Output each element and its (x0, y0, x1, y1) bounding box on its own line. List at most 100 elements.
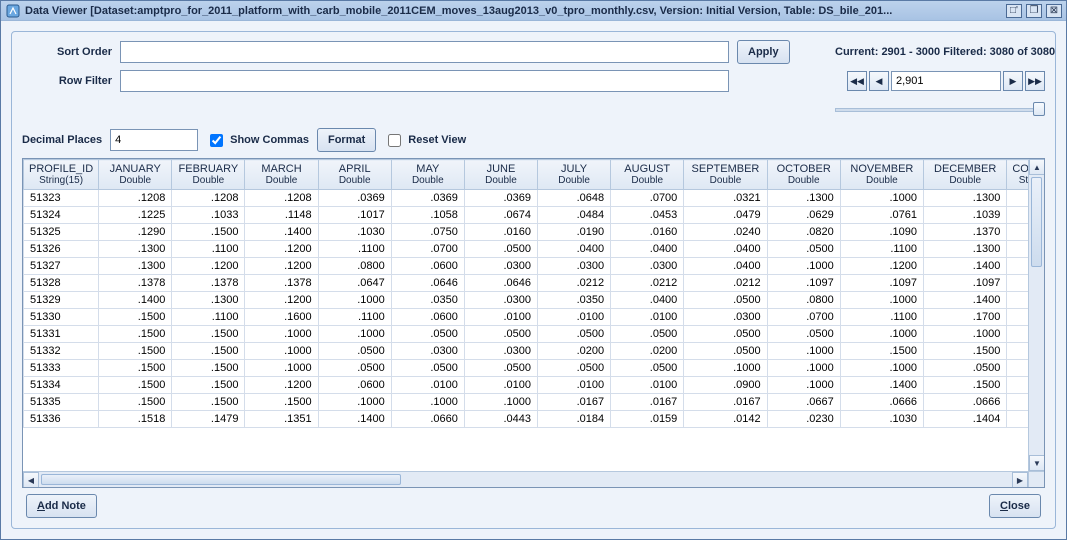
data-cell[interactable]: .0500 (464, 241, 537, 258)
sort-order-input[interactable] (120, 41, 729, 63)
data-cell[interactable]: .0369 (318, 190, 391, 207)
table-row[interactable]: 51329.1400.1300.1200.1000.0350.0300.0350… (24, 292, 1044, 309)
data-cell[interactable]: .1000 (767, 258, 840, 275)
column-header[interactable]: AUGUSTDouble (611, 160, 684, 190)
data-cell[interactable]: .0200 (538, 343, 611, 360)
data-cell[interactable]: .0667 (767, 394, 840, 411)
column-header[interactable]: MARCHDouble (245, 160, 318, 190)
data-cell[interactable]: .0500 (684, 343, 767, 360)
data-cell[interactable]: .0484 (538, 207, 611, 224)
column-header[interactable]: JULYDouble (538, 160, 611, 190)
data-cell[interactable]: .0300 (611, 258, 684, 275)
data-cell[interactable]: .1500 (99, 326, 172, 343)
data-cell[interactable]: .0500 (391, 360, 464, 377)
data-cell[interactable]: .0500 (318, 360, 391, 377)
data-cell[interactable]: .1000 (924, 326, 1007, 343)
data-cell[interactable]: .1000 (684, 360, 767, 377)
data-cell[interactable]: .0646 (464, 275, 537, 292)
data-cell[interactable]: .0167 (538, 394, 611, 411)
column-header[interactable]: OCTOBERDouble (767, 160, 840, 190)
apply-button[interactable]: Apply (737, 40, 790, 64)
column-header[interactable]: SEPTEMBERDouble (684, 160, 767, 190)
data-cell[interactable]: .0900 (684, 377, 767, 394)
vertical-scrollbar[interactable]: ▲ ▼ (1028, 159, 1044, 471)
profile-id-cell[interactable]: 51328 (24, 275, 99, 292)
data-cell[interactable]: .1100 (840, 241, 923, 258)
scroll-down-button[interactable]: ▼ (1029, 455, 1045, 471)
data-cell[interactable]: .1300 (924, 190, 1007, 207)
data-cell[interactable]: .1500 (245, 394, 318, 411)
data-cell[interactable]: .1148 (245, 207, 318, 224)
data-cell[interactable]: .0600 (391, 258, 464, 275)
data-cell[interactable]: .0479 (684, 207, 767, 224)
show-commas-checkbox[interactable]: Show Commas (206, 131, 309, 150)
data-cell[interactable]: .1000 (840, 360, 923, 377)
profile-id-cell[interactable]: 51334 (24, 377, 99, 394)
data-cell[interactable]: .0700 (391, 241, 464, 258)
data-cell[interactable]: .0761 (840, 207, 923, 224)
data-cell[interactable]: .1097 (924, 275, 1007, 292)
data-cell[interactable]: .1479 (172, 411, 245, 428)
data-cell[interactable]: .0212 (684, 275, 767, 292)
data-cell[interactable]: .0369 (464, 190, 537, 207)
data-cell[interactable]: .0750 (391, 224, 464, 241)
reset-view-box[interactable] (388, 134, 401, 147)
data-cell[interactable]: .1030 (840, 411, 923, 428)
profile-id-cell[interactable]: 51325 (24, 224, 99, 241)
data-cell[interactable]: .0674 (464, 207, 537, 224)
data-cell[interactable]: .1200 (245, 292, 318, 309)
data-cell[interactable]: .0500 (684, 326, 767, 343)
data-cell[interactable]: .0400 (684, 241, 767, 258)
data-cell[interactable]: .0443 (464, 411, 537, 428)
column-header[interactable]: JANUARYDouble (99, 160, 172, 190)
column-header[interactable]: NOVEMBERDouble (840, 160, 923, 190)
data-cell[interactable]: .0648 (538, 190, 611, 207)
data-cell[interactable]: .1378 (99, 275, 172, 292)
data-cell[interactable]: .1290 (99, 224, 172, 241)
profile-id-cell[interactable]: 51326 (24, 241, 99, 258)
data-cell[interactable]: .1300 (172, 292, 245, 309)
data-cell[interactable]: .1378 (172, 275, 245, 292)
data-cell[interactable]: .1500 (99, 343, 172, 360)
data-cell[interactable]: .1000 (840, 190, 923, 207)
data-cell[interactable]: .1100 (318, 241, 391, 258)
column-header[interactable]: MAYDouble (391, 160, 464, 190)
data-cell[interactable]: .1500 (172, 377, 245, 394)
data-cell[interactable]: .0100 (538, 309, 611, 326)
data-cell[interactable]: .0160 (611, 224, 684, 241)
data-cell[interactable]: .0500 (538, 360, 611, 377)
data-cell[interactable]: .0647 (318, 275, 391, 292)
table-row[interactable]: 51323.1208.1208.1208.0369.0369.0369.0648… (24, 190, 1044, 207)
column-header[interactable]: JUNEDouble (464, 160, 537, 190)
data-cell[interactable]: .0300 (464, 258, 537, 275)
data-cell[interactable]: .1500 (924, 343, 1007, 360)
data-cell[interactable]: .0350 (391, 292, 464, 309)
table-row[interactable]: 51334.1500.1500.1200.0600.0100.0100.0100… (24, 377, 1044, 394)
data-cell[interactable]: .0212 (611, 275, 684, 292)
data-cell[interactable]: .1097 (767, 275, 840, 292)
table-row[interactable]: 51331.1500.1500.1000.1000.0500.0500.0500… (24, 326, 1044, 343)
close-window-button[interactable]: ⊠ (1046, 4, 1062, 18)
data-cell[interactable]: .1200 (840, 258, 923, 275)
profile-id-cell[interactable]: 51330 (24, 309, 99, 326)
close-button[interactable]: Close (989, 494, 1041, 518)
data-cell[interactable]: .1200 (245, 377, 318, 394)
data-cell[interactable]: .0500 (767, 326, 840, 343)
data-cell[interactable]: .1225 (99, 207, 172, 224)
data-cell[interactable]: .0600 (318, 377, 391, 394)
data-cell[interactable]: .0500 (391, 326, 464, 343)
data-cell[interactable]: .0300 (684, 309, 767, 326)
data-cell[interactable]: .0400 (538, 241, 611, 258)
data-cell[interactable]: .1500 (99, 394, 172, 411)
row-filter-input[interactable] (120, 70, 729, 92)
data-cell[interactable]: .1000 (318, 394, 391, 411)
data-cell[interactable]: .0167 (684, 394, 767, 411)
data-cell[interactable]: .0100 (391, 377, 464, 394)
data-cell[interactable]: .0820 (767, 224, 840, 241)
data-cell[interactable]: .0453 (611, 207, 684, 224)
data-cell[interactable]: .0500 (464, 326, 537, 343)
data-cell[interactable]: .0500 (684, 292, 767, 309)
data-cell[interactable]: .0300 (538, 258, 611, 275)
data-cell[interactable]: .1100 (318, 309, 391, 326)
table-row[interactable]: 51326.1300.1100.1200.1100.0700.0500.0400… (24, 241, 1044, 258)
